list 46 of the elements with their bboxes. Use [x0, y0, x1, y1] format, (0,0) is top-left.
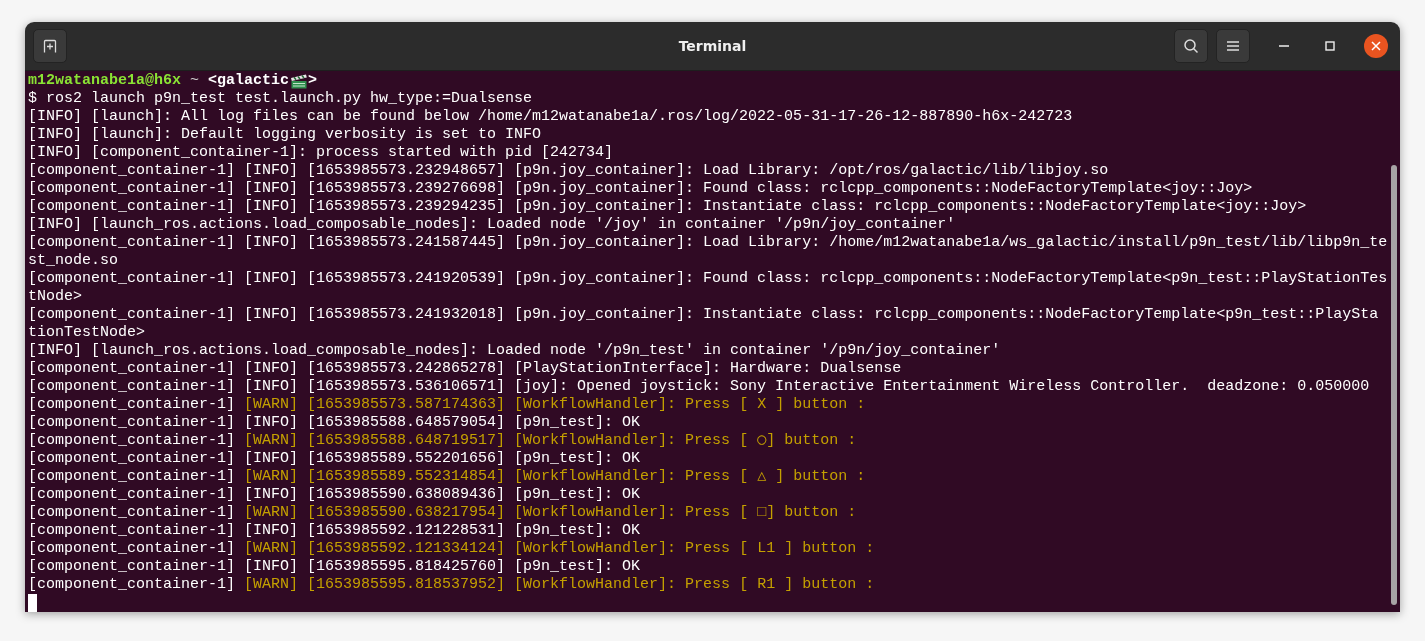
prompt-user: m12watanabe1a@h6x: [28, 72, 182, 90]
search-button[interactable]: [1174, 29, 1208, 63]
log-line: [component_container-1] [INFO] [1653985592.121228531] [p9n_test]: OK: [28, 522, 642, 540]
new-tab-icon: [42, 38, 58, 54]
log-line: [INFO] [launch_ros.actions.load_composable_nodes]: Loaded node '/joy' in container '/p9n/joy_container': [28, 216, 957, 234]
log-line: [INFO] [launch]: Default logging verbosity is set to INFO: [28, 126, 543, 144]
log-line: [component_container-1] [WARN] [1653985573.587174363] [WorkflowHandler]: Press [ X ] button :: [28, 396, 867, 414]
log-line: [component_container-1] [INFO] [1653985573.536106571] [joy]: Opened joystick: Sony Interactive Entertainment Wireless Controller. deadzone: 0.050000: [28, 378, 1371, 396]
log-line: [component_container-1] [WARN] [1653985592.121334124] [WorkflowHandler]: Press [ L1 ] button :: [28, 540, 876, 558]
log-line: [component_container-1] [INFO] [1653985573.239294235] [p9n.joy_container]: Instantiate class: rclcpp_components::NodeFactoryTemplate<joy::Joy>: [28, 198, 1308, 216]
search-icon: [1183, 38, 1199, 54]
log-line: [component_container-1] [INFO] [1653985588.648579054] [p9n_test]: OK: [28, 414, 642, 432]
log-line: tNode>: [28, 288, 83, 306]
log-line: [component_container-1] [INFO] [1653985573.241920539] [p9n.joy_container]: Found class: rclcpp_components::NodeFactoryTemplate<p9n_test::PlayStationTes: [28, 270, 1389, 288]
maximize-icon: [1325, 41, 1335, 51]
log-line: st_node.so: [28, 252, 119, 270]
log-line: [component_container-1] [INFO] [1653985573.241932018] [p9n.joy_container]: Instantiate class: rclcpp_components::NodeFactoryTemplate<p9n_test::PlaySta: [28, 306, 1380, 324]
menu-button[interactable]: [1216, 29, 1250, 63]
clapperboard-icon: [290, 73, 309, 89]
log-line: [component_container-1] [WARN] [1653985589.552314854] [WorkflowHandler]: Press [ △ ] button :: [28, 468, 867, 486]
log-line: [component_container-1] [INFO] [1653985573.241587445] [p9n.joy_container]: Load Library: /home/m12watanabe1a/ws_galactic/install/p9n_test/lib/libp9n_te: [28, 234, 1389, 252]
log-line: [component_container-1] [WARN] [1653985595.818537952] [WorkflowHandler]: Press [ R1 ] button :: [28, 576, 876, 594]
log-line: [INFO] [launch_ros.actions.load_composable_nodes]: Loaded node '/p9n_test' in container '/p9n/joy_container': [28, 342, 1002, 360]
close-button[interactable]: [1364, 34, 1388, 58]
log-line: [component_container-1] [INFO] [1653985573.239276698] [p9n.joy_container]: Found class: rclcpp_components::NodeFactoryTemplate<joy::Joy>: [28, 180, 1254, 198]
scrollbar-thumb[interactable]: [1391, 165, 1397, 605]
log-line: [component_container-1] [INFO] [1653985590.638089436] [p9n_test]: OK: [28, 486, 642, 504]
window-title: Terminal: [678, 38, 747, 54]
menu-icon: [1226, 40, 1240, 52]
prompt-environment: <galactic: [208, 72, 290, 90]
log-line: [component_container-1] [WARN] [1653985588.648719517] [WorkflowHandler]: Press [ ◯] button :: [28, 432, 858, 450]
prompt-path: ~: [189, 72, 201, 90]
log-line: [component_container-1] [INFO] [1653985573.232948657] [p9n.joy_container]: Load Library: /opt/ros/galactic/lib/libjoy.so: [28, 162, 1110, 180]
log-line: [INFO] [component_container-1]: process started with pid [242734]: [28, 144, 615, 162]
prompt-environment-end: >: [308, 72, 318, 90]
log-line: [INFO] [launch]: All log files can be found below /home/m12watanabe1a/.ros/log/2022-05-31-17-26-12-887890-h6x-242723: [28, 108, 1074, 126]
close-icon: [1371, 41, 1381, 51]
log-line: $ ros2 launch p9n_test test.launch.py hw_type:=Dualsense: [28, 90, 534, 108]
new-tab-button[interactable]: [33, 29, 67, 63]
log-line: [component_container-1] [WARN] [1653985590.638217954] [WorkflowHandler]: Press [ □] button :: [28, 504, 858, 522]
log-line: [component_container-1] [INFO] [1653985589.552201656] [p9n_test]: OK: [28, 450, 642, 468]
text-cursor: [28, 594, 37, 612]
minimize-icon: [1279, 45, 1289, 47]
log-line: tionTestNode>: [28, 324, 147, 342]
log-line: [component_container-1] [INFO] [1653985595.818425760] [p9n_test]: OK: [28, 558, 642, 576]
log-line: [component_container-1] [INFO] [1653985573.242865278] [PlayStationInterface]: Hardware: Dualsense: [28, 360, 903, 378]
